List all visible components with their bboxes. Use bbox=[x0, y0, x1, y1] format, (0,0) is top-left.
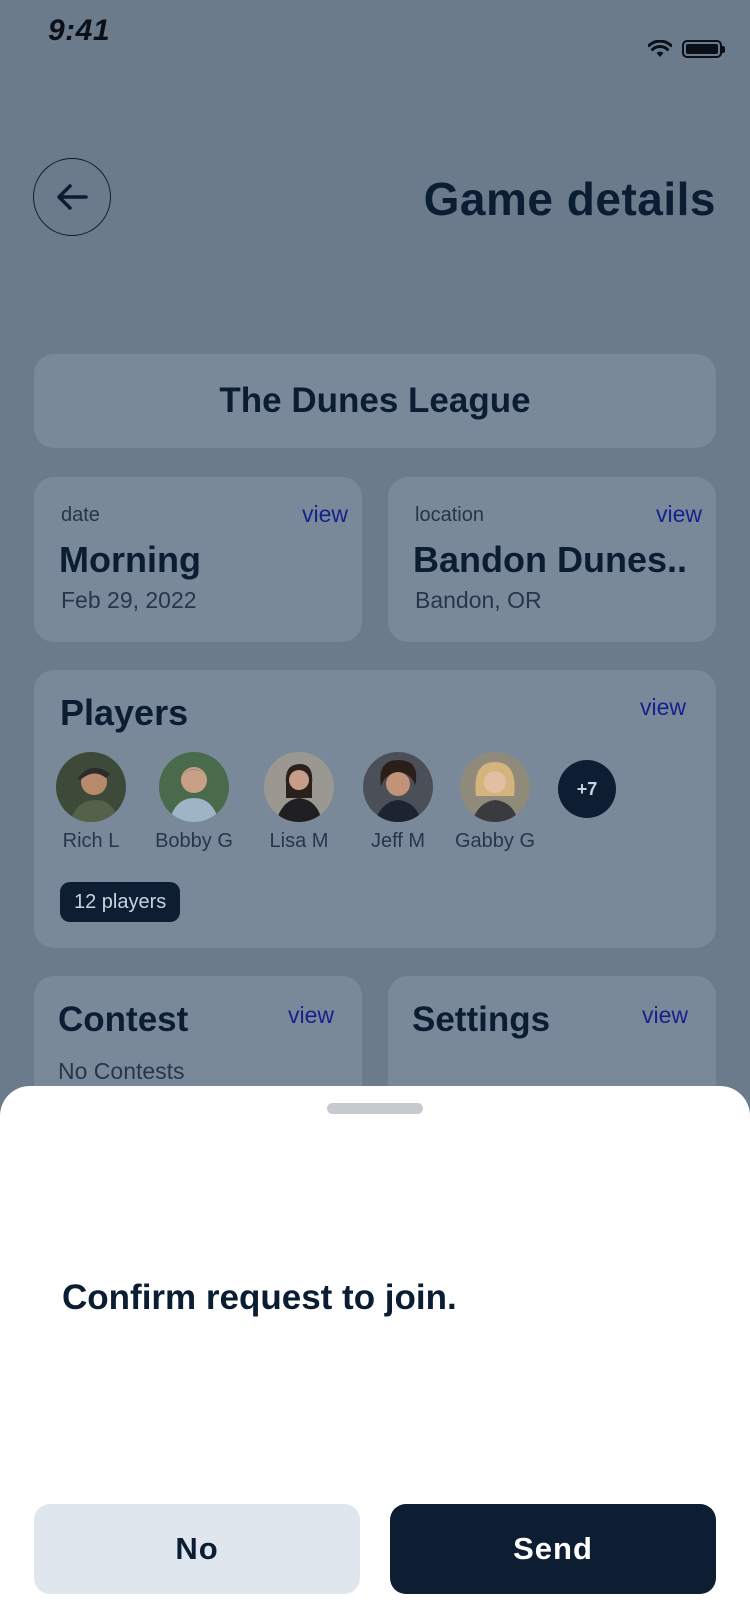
confirm-bottom-sheet: Confirm request to join. No Send bbox=[0, 1086, 750, 1624]
player-item[interactable]: Gabby G bbox=[445, 752, 545, 853]
players-card: Players view Rich L Bobby G Lisa M Jeff … bbox=[34, 670, 716, 948]
date-view-link[interactable]: view bbox=[302, 501, 348, 528]
settings-view-link[interactable]: view bbox=[642, 1002, 688, 1029]
player-name: Gabby G bbox=[454, 830, 536, 852]
player-item[interactable]: Rich L bbox=[41, 752, 141, 853]
player-name: Lisa M bbox=[269, 830, 329, 852]
avatar bbox=[264, 752, 334, 822]
page-title: Game details bbox=[423, 173, 716, 225]
contest-sub: No Contests bbox=[58, 1058, 185, 1084]
location-card: location view Bandon Dunes.. Bandon, OR bbox=[388, 477, 716, 642]
more-players-badge[interactable]: +7 bbox=[558, 760, 616, 818]
player-item[interactable]: Bobby G bbox=[144, 752, 244, 853]
location-sub: Bandon, OR bbox=[415, 587, 542, 613]
status-time: 9:41 bbox=[48, 14, 111, 47]
players-count-badge: 12 players bbox=[60, 882, 181, 922]
player-name: Jeff M bbox=[370, 830, 426, 852]
avatar bbox=[460, 752, 530, 822]
date-label: date bbox=[61, 504, 100, 526]
date-card: date view Morning Feb 29, 2022 bbox=[34, 477, 362, 642]
avatar bbox=[159, 752, 229, 822]
no-button[interactable]: No bbox=[34, 1504, 360, 1594]
contest-view-link[interactable]: view bbox=[288, 1002, 334, 1029]
avatar bbox=[56, 752, 126, 822]
location-view-link[interactable]: view bbox=[656, 501, 702, 528]
league-name: The Dunes League bbox=[219, 381, 531, 420]
contest-title: Contest bbox=[58, 1000, 189, 1039]
wifi-icon bbox=[648, 40, 672, 57]
location-label: location bbox=[415, 504, 484, 526]
location-value: Bandon Dunes.. bbox=[413, 539, 688, 580]
date-sub: Feb 29, 2022 bbox=[61, 587, 197, 613]
avatar bbox=[363, 752, 433, 822]
send-button[interactable]: Send bbox=[390, 1504, 716, 1594]
back-button[interactable] bbox=[33, 158, 111, 236]
battery-icon bbox=[682, 40, 725, 58]
date-value: Morning bbox=[59, 539, 201, 580]
confirm-message: Confirm request to join. bbox=[62, 1278, 457, 1317]
player-name: Bobby G bbox=[155, 830, 233, 852]
arrow-left-icon bbox=[57, 184, 88, 210]
players-title: Players bbox=[60, 692, 189, 733]
settings-title: Settings bbox=[412, 1000, 551, 1039]
league-card: The Dunes League bbox=[34, 354, 716, 448]
players-view-link[interactable]: view bbox=[640, 694, 686, 721]
status-icons bbox=[648, 40, 725, 58]
player-item[interactable]: Lisa M bbox=[249, 752, 349, 853]
sheet-drag-handle[interactable] bbox=[327, 1103, 423, 1114]
game-details-screen: 9:41 Game details The Dunes League date … bbox=[0, 0, 750, 1624]
player-name: Rich L bbox=[62, 830, 120, 852]
player-item[interactable]: Jeff M bbox=[348, 752, 448, 853]
